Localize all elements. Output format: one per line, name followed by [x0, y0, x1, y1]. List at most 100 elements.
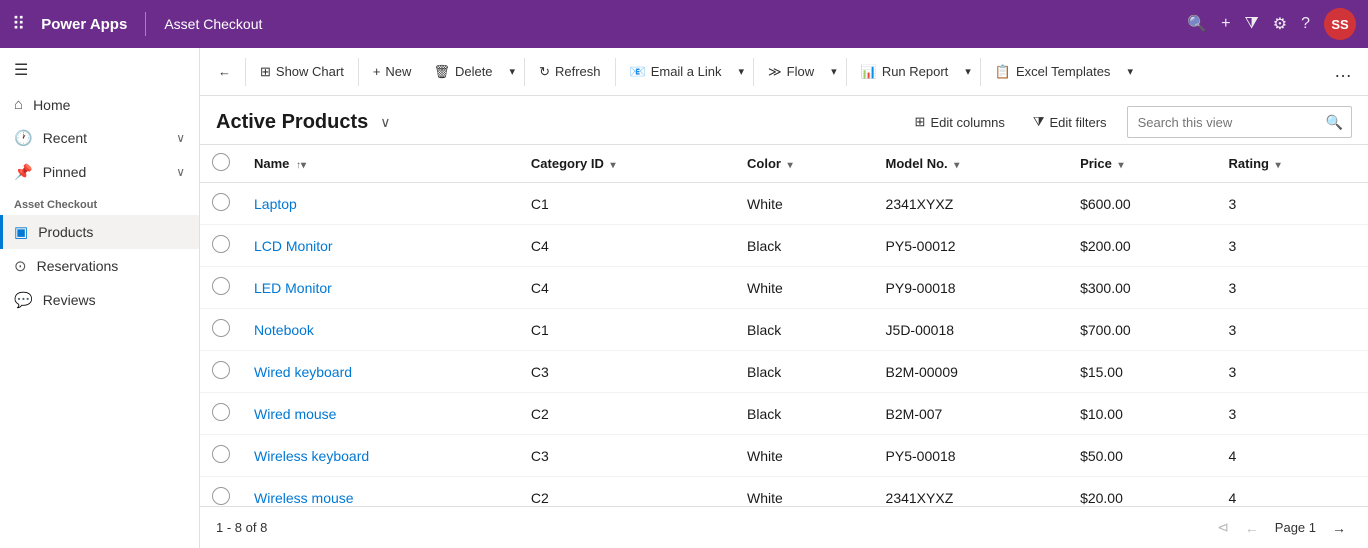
- row-checkbox-7[interactable]: [200, 477, 242, 507]
- run-report-button[interactable]: 📊 Run Report: [851, 58, 959, 86]
- table-row: LED Monitor C4 White PY9-00018 $300.00 3: [200, 267, 1368, 309]
- row-price-1: $200.00: [1068, 225, 1216, 267]
- top-nav: ⠿ Power Apps Asset Checkout 🔍 + ⧩ ⚙ ? SS: [0, 0, 1368, 48]
- row-color-7: White: [735, 477, 874, 507]
- row-checkbox-0[interactable]: [200, 183, 242, 225]
- row-model-0: 2341XYXZ: [874, 183, 1069, 225]
- add-icon[interactable]: +: [1221, 15, 1230, 33]
- cmd-sep-2: [358, 58, 359, 86]
- help-icon[interactable]: ?: [1301, 15, 1310, 33]
- table-row: LCD Monitor C4 Black PY5-00012 $200.00 3: [200, 225, 1368, 267]
- sidebar-item-products[interactable]: ▣ Products: [0, 215, 199, 249]
- user-avatar[interactable]: SS: [1324, 8, 1356, 40]
- new-button[interactable]: + New: [363, 58, 422, 85]
- excel-templates-button[interactable]: 📋 Excel Templates: [985, 58, 1121, 86]
- row-price-3: $700.00: [1068, 309, 1216, 351]
- sidebar-item-recent[interactable]: 🕐 Recent ∨: [0, 121, 199, 155]
- edit-filters-button[interactable]: ⧩ Edit filters: [1025, 110, 1115, 134]
- row-checkbox-5[interactable]: [200, 393, 242, 435]
- row-checkbox-3[interactable]: [200, 309, 242, 351]
- row-name-7[interactable]: Wireless mouse: [242, 477, 519, 507]
- view-title: Active Products: [216, 111, 368, 134]
- sidebar-item-reviews[interactable]: 💬 Reviews: [0, 283, 199, 317]
- show-chart-icon: ⊞: [260, 64, 271, 80]
- flow-more-button[interactable]: ▾: [826, 59, 842, 84]
- sidebar-item-reservations[interactable]: ⊙ Reservations: [0, 249, 199, 283]
- row-model-2: PY9-00018: [874, 267, 1069, 309]
- record-range: 1 - 8 of 8: [216, 520, 267, 535]
- excel-more-button[interactable]: ▾: [1122, 59, 1138, 84]
- filter-icon[interactable]: ⧩: [1244, 15, 1258, 33]
- refresh-icon: ↻: [539, 64, 550, 80]
- row-name-2[interactable]: LED Monitor: [242, 267, 519, 309]
- row-checkbox-2[interactable]: [200, 267, 242, 309]
- cmd-sep-1: [245, 58, 246, 86]
- row-model-4: B2M-00009: [874, 351, 1069, 393]
- row-name-5[interactable]: Wired mouse: [242, 393, 519, 435]
- products-icon: ▣: [14, 223, 28, 241]
- refresh-button[interactable]: ↻ Refresh: [529, 58, 610, 86]
- delete-more-button[interactable]: ▾: [505, 59, 521, 84]
- search-submit-icon[interactable]: 🔍: [1318, 114, 1351, 131]
- col-header-category-id[interactable]: Category ID ▾: [519, 145, 735, 183]
- view-title-chevron[interactable]: ∨: [380, 114, 390, 131]
- delete-icon: 🗑: [433, 64, 450, 80]
- command-bar: ← ⊞ Show Chart + New 🗑 Delete ▾ ↻ Refres…: [200, 48, 1368, 96]
- row-color-2: White: [735, 267, 874, 309]
- col-header-model-no[interactable]: Model No. ▾: [874, 145, 1069, 183]
- row-price-5: $10.00: [1068, 393, 1216, 435]
- table-row: Wireless mouse C2 White 2341XYXZ $20.00 …: [200, 477, 1368, 507]
- waffle-icon[interactable]: ⠿: [12, 14, 25, 35]
- row-name-4[interactable]: Wired keyboard: [242, 351, 519, 393]
- row-rating-2: 3: [1217, 267, 1368, 309]
- row-name-0[interactable]: Laptop: [242, 183, 519, 225]
- email-link-button[interactable]: 📧 Email a Link: [620, 58, 732, 86]
- row-checkbox-4[interactable]: [200, 351, 242, 393]
- settings-icon[interactable]: ⚙: [1273, 14, 1287, 34]
- cmd-sep-5: [753, 58, 754, 86]
- flow-button[interactable]: ≫ Flow: [758, 58, 824, 86]
- row-checkbox-6[interactable]: [200, 435, 242, 477]
- new-icon: +: [373, 64, 381, 79]
- email-more-button[interactable]: ▾: [734, 59, 750, 84]
- col-header-color[interactable]: Color ▾: [735, 145, 874, 183]
- col-header-name[interactable]: Name ↑▾: [242, 145, 519, 183]
- row-category-0: C1: [519, 183, 735, 225]
- search-input[interactable]: [1128, 115, 1318, 130]
- row-model-5: B2M-007: [874, 393, 1069, 435]
- select-all-circle[interactable]: [212, 153, 230, 171]
- main-area: ← ⊞ Show Chart + New 🗑 Delete ▾ ↻ Refres…: [200, 48, 1368, 548]
- show-chart-button[interactable]: ⊞ Show Chart: [250, 58, 354, 86]
- more-options-button[interactable]: …: [1326, 55, 1360, 88]
- row-rating-5: 3: [1217, 393, 1368, 435]
- row-rating-0: 3: [1217, 183, 1368, 225]
- row-name-3[interactable]: Notebook: [242, 309, 519, 351]
- row-price-0: $600.00: [1068, 183, 1216, 225]
- sidebar-item-home[interactable]: ⌂ Home: [0, 88, 199, 121]
- pagination: ⊲ ← Page 1 →: [1211, 515, 1352, 540]
- first-page-button[interactable]: ⊲: [1211, 515, 1235, 540]
- row-name-6[interactable]: Wireless keyboard: [242, 435, 519, 477]
- sidebar-toggle[interactable]: ☰: [0, 52, 199, 88]
- view-header: Active Products ∨ ⊞ Edit columns ⧩ Edit …: [200, 96, 1368, 145]
- table-row: Notebook C1 Black J5D-00018 $700.00 3: [200, 309, 1368, 351]
- prev-page-button[interactable]: ←: [1239, 516, 1265, 540]
- row-color-1: Black: [735, 225, 874, 267]
- row-checkbox-1[interactable]: [200, 225, 242, 267]
- row-name-1[interactable]: LCD Monitor: [242, 225, 519, 267]
- row-rating-6: 4: [1217, 435, 1368, 477]
- search-icon[interactable]: 🔍: [1187, 14, 1207, 34]
- next-page-button[interactable]: →: [1326, 516, 1352, 540]
- row-color-4: Black: [735, 351, 874, 393]
- select-all-header[interactable]: [200, 145, 242, 183]
- sidebar-item-pinned[interactable]: 📌 Pinned ∨: [0, 155, 199, 189]
- back-button[interactable]: ←: [208, 58, 241, 85]
- edit-filters-icon: ⧩: [1033, 114, 1045, 130]
- cmd-sep-3: [524, 58, 525, 86]
- report-more-button[interactable]: ▾: [960, 59, 976, 84]
- edit-columns-button[interactable]: ⊞ Edit columns: [907, 110, 1013, 134]
- delete-button[interactable]: 🗑 Delete: [423, 58, 502, 86]
- table-row: Wireless keyboard C3 White PY5-00018 $50…: [200, 435, 1368, 477]
- col-header-price[interactable]: Price ▾: [1068, 145, 1216, 183]
- col-header-rating[interactable]: Rating ▾: [1217, 145, 1368, 183]
